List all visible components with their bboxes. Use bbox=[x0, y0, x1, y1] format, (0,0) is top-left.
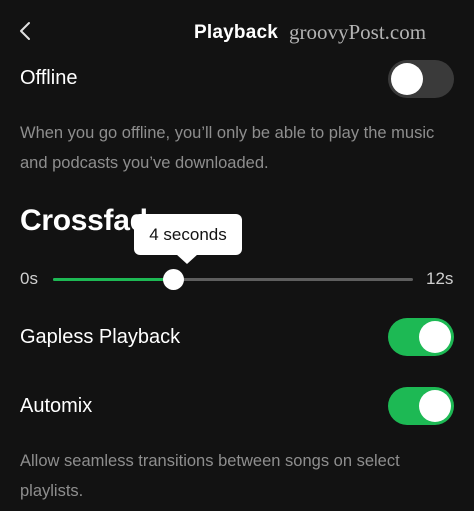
slider-fill bbox=[53, 278, 173, 281]
crossfade-value-tooltip: 4 seconds bbox=[134, 214, 242, 255]
chevron-left-icon bbox=[20, 22, 30, 40]
automix-toggle[interactable] bbox=[388, 387, 454, 425]
playback-settings-screen: Playback groovyPost.com Offline When you… bbox=[0, 0, 474, 511]
crossfade-slider[interactable] bbox=[53, 269, 413, 290]
tooltip-tail bbox=[176, 254, 198, 264]
offline-toggle[interactable] bbox=[388, 60, 454, 98]
offline-description: When you go offline, you’ll only be able… bbox=[20, 124, 435, 172]
watermark: groovyPost.com bbox=[289, 20, 427, 44]
slider-max-label: 12s bbox=[426, 269, 454, 288]
slider-min-label: 0s bbox=[20, 269, 38, 288]
toggle-knob bbox=[419, 390, 451, 422]
offline-label: Offline bbox=[20, 67, 78, 89]
gapless-playback-label: Gapless Playback bbox=[20, 326, 181, 348]
automix-label: Automix bbox=[20, 395, 93, 417]
page-title: Playback bbox=[194, 22, 278, 43]
toggle-knob bbox=[419, 321, 451, 353]
gapless-playback-toggle[interactable] bbox=[388, 318, 454, 356]
header: Playback groovyPost.com bbox=[0, 0, 474, 62]
back-button[interactable] bbox=[10, 16, 40, 46]
automix-description: Allow seamless transitions between songs… bbox=[20, 452, 400, 500]
slider-thumb[interactable] bbox=[163, 269, 184, 290]
toggle-knob bbox=[391, 63, 423, 95]
